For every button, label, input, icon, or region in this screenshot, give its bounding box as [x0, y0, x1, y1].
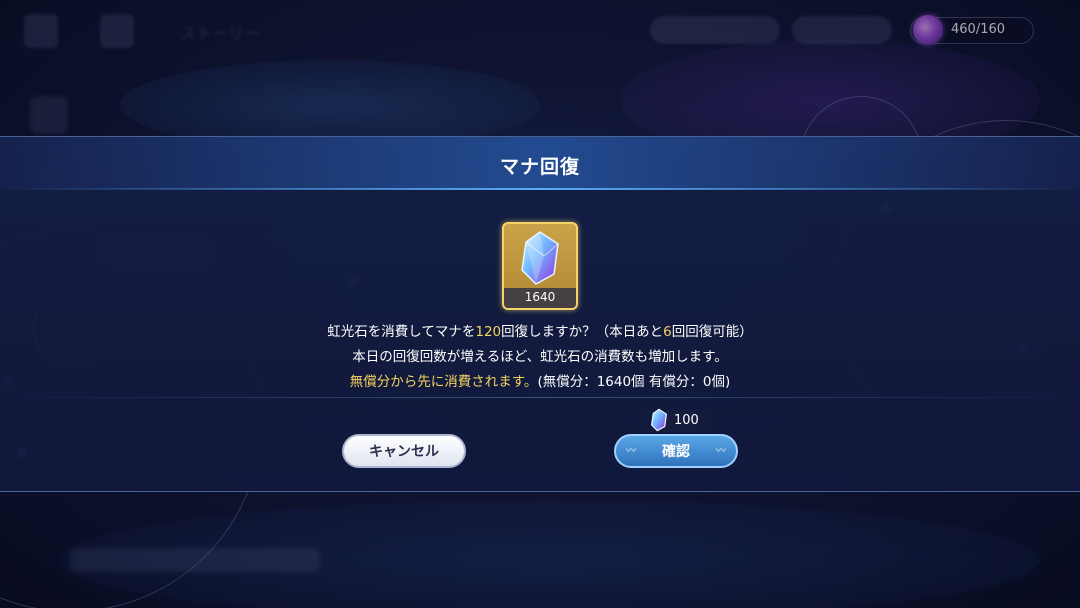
message-line-3: 無償分から先に消費されます。(無償分：1640個 有償分：0個) — [0, 370, 1080, 390]
message-text: 回回復可能） — [671, 324, 753, 340]
cancel-button[interactable]: キャンセル — [342, 434, 466, 468]
item-count-bar: 1640 — [504, 288, 576, 308]
balance-detail: (無償分：1640個 有償分：0個) — [537, 374, 731, 390]
message-text: 虹光石を消費してマナを — [327, 324, 476, 340]
mana-recovery-dialog: マナ回復 — [0, 136, 1080, 492]
header-divider — [0, 188, 1080, 190]
cancel-label: キャンセル — [369, 444, 439, 460]
message-text: 回復しますか？（本日あと — [501, 324, 664, 340]
rainbow-crystal-icon — [521, 231, 559, 285]
button-divider — [0, 397, 1080, 398]
cost-value: 100 — [674, 413, 699, 428]
confirm-button[interactable]: 〰 確認 〰 — [614, 434, 738, 468]
rainbow-crystal-icon — [650, 408, 668, 432]
cost-badge: 100 — [640, 408, 718, 432]
message-line-2: 本日の回復回数が増えるほど、虹光石の消費数も増加します。 — [352, 349, 728, 365]
remaining-count: 6 — [663, 324, 672, 340]
rainbow-crystal-card: 1640 — [502, 222, 578, 310]
item-count: 1640 — [524, 290, 556, 304]
wing-ornament-icon: 〰 — [626, 446, 636, 457]
consume-order-note: 無償分から先に消費されます。 — [349, 374, 538, 390]
wing-ornament-icon: 〰 — [716, 446, 726, 457]
confirm-label: 確認 — [662, 444, 690, 460]
dialog-title: マナ回復 — [499, 156, 580, 178]
recovery-amount: 120 — [475, 324, 502, 340]
message-line-1: 虹光石を消費してマナを120回復しますか？（本日あと6回回復可能） — [0, 320, 1080, 340]
